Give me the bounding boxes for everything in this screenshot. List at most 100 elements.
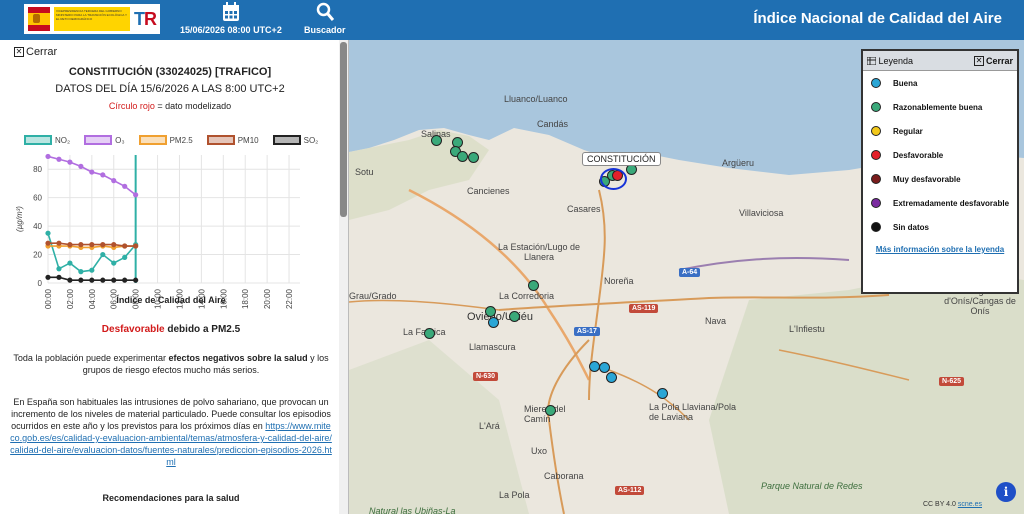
panel-close-label: Cerrar — [26, 46, 58, 58]
status-line: Desfavorable debido a PM2.5 — [10, 324, 332, 336]
data-point — [111, 242, 117, 248]
data-point — [45, 153, 51, 160]
legend-color-dot — [871, 222, 881, 232]
chart-legend-item[interactable]: NO₂ — [24, 135, 70, 145]
legend-close-button[interactable]: ✕ Cerrar — [973, 55, 1013, 66]
station-marker[interactable] — [488, 317, 499, 328]
road-as119: AS-119 — [629, 304, 659, 313]
data-point — [100, 251, 106, 258]
status-word: Desfavorable — [101, 324, 165, 335]
y-tick-label: 60 — [33, 194, 42, 203]
search-button[interactable]: Buscador — [304, 2, 346, 35]
place-argueru: Argüeru — [722, 158, 755, 168]
legend-title-wrap: Leyenda — [866, 56, 913, 66]
station-marker[interactable] — [606, 372, 617, 383]
data-point — [100, 277, 106, 283]
search-label: Buscador — [304, 25, 346, 35]
data-point — [78, 269, 84, 275]
data-point — [89, 169, 95, 175]
chart-legend-item[interactable]: PM2.5 — [138, 135, 193, 145]
legend-series-name: SO₂ — [303, 135, 319, 145]
data-point — [89, 277, 95, 283]
y-tick-label: 80 — [33, 165, 42, 174]
place-lluanco: Lluanco/Luanco — [504, 94, 568, 104]
station-date: DATOS DEL DÍA 15/6/2026 A LAS 8:00 UTC+2 — [55, 83, 285, 95]
legend-swatch — [206, 135, 235, 145]
para1-a: Toda la población puede experimentar — [13, 353, 169, 363]
data-point — [56, 240, 62, 246]
ministry-name: VICEPRESIDENCIA TERCERA DEL GOBIERNO MIN… — [54, 7, 130, 31]
panel-scrollbar[interactable] — [339, 40, 348, 514]
place-candas: Candás — [537, 119, 569, 129]
station-marker[interactable] — [431, 135, 442, 146]
model-note-rest: = dato modelizado — [154, 101, 232, 111]
data-point — [100, 172, 106, 178]
index-heading: Índice de Calidad del Aire — [116, 295, 226, 305]
place-la-pola: La Pola — [499, 490, 530, 500]
station-marker[interactable] — [424, 328, 435, 339]
legend-item-label: Desfavorable — [893, 150, 944, 160]
station-marker[interactable] — [528, 280, 539, 291]
place-oviedo: Oviedo/Uviéu — [467, 311, 534, 323]
road-as112: AS-112 — [615, 486, 645, 495]
place-casares: Casares — [567, 204, 601, 214]
close-icon: ✕ — [14, 47, 24, 57]
legend-item: Muy desfavorable — [863, 167, 1017, 191]
station-marker[interactable] — [509, 311, 520, 322]
search-icon — [316, 2, 334, 21]
station-marker[interactable] — [457, 151, 468, 162]
selected-station-ring — [600, 168, 627, 190]
para1-b: efectos negativos sobre la salud — [168, 353, 308, 363]
data-point — [100, 242, 106, 248]
data-point — [56, 274, 62, 280]
license-text: CC BY 4.0 — [922, 501, 956, 508]
place-llamascura: Llamascura — [469, 342, 516, 352]
data-point — [56, 266, 62, 272]
data-point — [122, 243, 128, 249]
legend-more-link[interactable]: Más información sobre la leyenda — [863, 245, 1017, 254]
selected-station-tooltip: CONSTITUCIÓN — [582, 152, 661, 166]
station-marker[interactable] — [599, 362, 610, 373]
legend-color-dot — [871, 198, 881, 208]
station-marker[interactable] — [545, 405, 556, 416]
legend-header: Leyenda ✕ Cerrar — [863, 51, 1017, 71]
legend-item-label: Regular — [893, 126, 923, 136]
place-ubinas: Natural las Ubiñas-La — [369, 506, 456, 514]
place-lara: L'Ará — [479, 421, 500, 431]
legend-item: Desfavorable — [863, 143, 1017, 167]
data-point — [67, 242, 73, 248]
place-norena: Noreña — [604, 276, 634, 286]
chart-legend-item[interactable]: PM10 — [206, 135, 259, 145]
attribution-link[interactable]: scne.es — [958, 501, 982, 508]
chart-legend-item[interactable]: SO₂ — [272, 135, 319, 145]
health-effects-text: Toda la población puede experimentar efe… — [10, 352, 332, 376]
station-title: CONSTITUCIÓN (33024025) [TRAFICO] — [68, 66, 272, 78]
data-point — [122, 183, 128, 189]
legend-series-name: NO₂ — [55, 135, 71, 145]
data-point — [78, 277, 84, 283]
datetime-button[interactable]: 15/06/2026 08:00 UTC+2 — [180, 2, 282, 35]
legend-color-dot — [871, 150, 881, 160]
scrollbar-thumb[interactable] — [340, 42, 347, 217]
station-marker[interactable] — [657, 388, 668, 399]
station-marker[interactable] — [468, 152, 479, 163]
legend-series-name: PM10 — [237, 135, 259, 145]
panel-close-button[interactable]: ✕ Cerrar — [14, 46, 57, 58]
data-point — [78, 242, 84, 248]
data-point — [67, 159, 73, 165]
list-icon — [866, 56, 877, 65]
legend-swatch — [272, 135, 301, 145]
road-n630: N-630 — [473, 372, 499, 381]
data-point — [67, 260, 73, 266]
place-redes: Parque Natural de Redes — [761, 481, 863, 491]
status-rest: debido a PM2.5 — [164, 324, 241, 335]
data-point — [89, 267, 95, 273]
place-corredoria: La Corredoria — [499, 291, 555, 301]
road-n625: N-625 — [939, 377, 965, 386]
chart-legend-item[interactable]: O₃ — [84, 135, 125, 145]
coat-of-arms-icon — [28, 7, 50, 31]
station-marker[interactable] — [485, 306, 496, 317]
info-button[interactable]: i — [996, 482, 1016, 502]
data-point — [45, 230, 51, 236]
data-point — [111, 277, 117, 283]
